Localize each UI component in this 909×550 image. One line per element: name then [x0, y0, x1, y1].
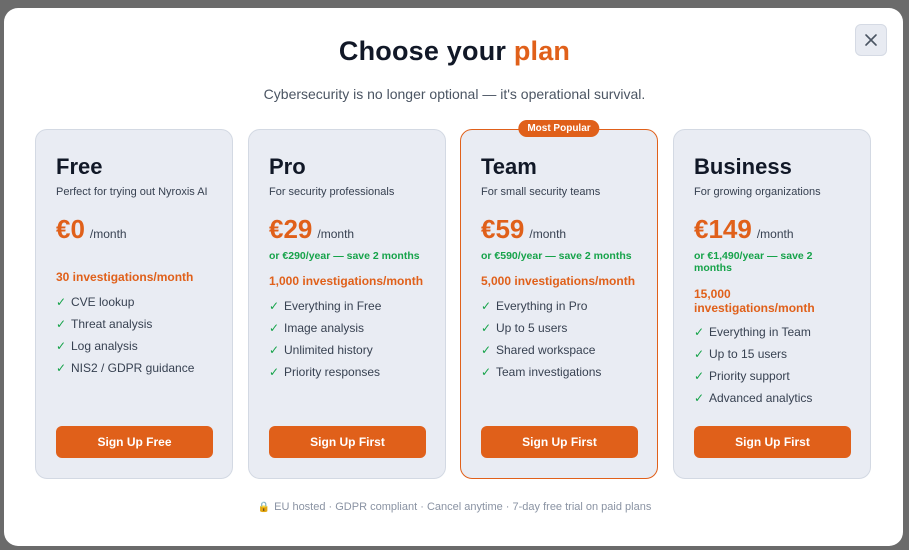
plan-card-team: Most Popular Team For small security tea… — [460, 120, 658, 479]
feature-item: ✓ Threat analysis — [56, 317, 153, 331]
feature-item: ✓ Everything in Free — [269, 299, 382, 313]
check-icon: ✓ — [481, 299, 492, 313]
title-accent: plan — [513, 36, 571, 66]
page-title: Choose your plan — [0, 36, 909, 67]
feature-item: ✓ Priority responses — [269, 365, 381, 379]
check-icon: ✓ — [269, 299, 280, 313]
page-subtitle: Cybersecurity is no longer optional — it… — [263, 86, 646, 102]
check-icon: ✓ — [481, 365, 492, 379]
feature-list: ✓ CVE lookup ✓ Threat analysis ✓ Log analys… — [56, 291, 194, 379]
price-row: €29 /month — [269, 214, 354, 245]
check-icon: ✓ — [56, 339, 67, 353]
plan-card-free: Free Perfect for trying out Nyroxis AI €… — [35, 129, 233, 479]
most-popular-badge: Most Popular — [518, 120, 600, 137]
lock-icon: 🔒 — [257, 502, 271, 513]
plan-quota: 1,000 investigations/month — [269, 274, 424, 288]
footer-note: 🔒 EU hosted · GDPR compliant · Cancel any… — [0, 501, 909, 513]
plan-name: Team — [481, 154, 537, 179]
check-icon: ✓ — [694, 391, 705, 405]
feature-item: ✓ Everything in Team — [694, 325, 811, 339]
plan-period: /month — [89, 227, 127, 241]
plan-name: Pro — [269, 154, 306, 179]
feature-item: ✓ Log analysis — [56, 339, 138, 353]
feature-item: ✓ NIS2 / GDPR guidance — [56, 361, 195, 375]
plan-quota: 30 investigations/month — [56, 270, 194, 284]
plan-price: €29 — [269, 214, 313, 244]
feature-list: ✓ Everything in Free ✓ Image analysis ✓ Unl… — [269, 295, 381, 383]
feature-item: ✓ Advanced analytics — [694, 391, 813, 405]
plan-period: /month — [317, 227, 355, 241]
plan-description: Perfect for trying out Nyroxis AI — [56, 186, 208, 198]
footer-text: EU hosted · GDPR compliant · Cancel anyt… — [274, 501, 652, 513]
plan-card-business: Business For growing organizations €149 … — [673, 129, 871, 479]
check-icon: ✓ — [56, 317, 67, 331]
feature-item: ✓ Image analysis — [269, 321, 365, 335]
check-icon: ✓ — [56, 295, 67, 309]
price-row: €149 /month — [694, 214, 794, 245]
annual-price: or €290/year — save 2 months — [269, 250, 420, 262]
plan-name: Business — [694, 154, 792, 179]
feature-item: ✓ CVE lookup — [56, 295, 135, 309]
annual-price: or €1,490/year — save 2 months — [694, 250, 813, 274]
check-icon: ✓ — [269, 321, 280, 335]
plan-card-pro: Pro For security professionals €29 /mont… — [248, 129, 446, 479]
price-row: €0 /month — [56, 214, 127, 245]
check-icon: ✓ — [481, 343, 492, 357]
feature-item: ✓ Everything in Pro — [481, 299, 588, 313]
plan-price: €0 — [56, 214, 85, 244]
check-icon: ✓ — [269, 365, 280, 379]
sign-up-team-button[interactable]: Sign Up First — [481, 426, 638, 458]
check-icon: ✓ — [694, 347, 705, 361]
check-icon: ✓ — [269, 343, 280, 357]
sign-up-pro-button[interactable]: Sign Up First — [269, 426, 426, 458]
annual-price: or €590/year — save 2 months — [481, 250, 632, 262]
check-icon: ✓ — [56, 361, 67, 375]
plan-price: €149 — [694, 214, 752, 244]
check-icon: ✓ — [481, 321, 492, 335]
plan-period: /month — [756, 227, 794, 241]
sign-up-business-button[interactable]: Sign Up First — [694, 426, 851, 458]
feature-item: ✓ Shared workspace — [481, 343, 596, 357]
feature-item: ✓ Unlimited history — [269, 343, 373, 357]
price-row: €59 /month — [481, 214, 566, 245]
feature-item: ✓ Up to 15 users — [694, 347, 788, 361]
plan-description: For growing organizations — [694, 186, 821, 198]
plan-quota: 5,000 investigations/month — [481, 274, 636, 288]
feature-item: ✓ Team investigations — [481, 365, 602, 379]
plan-price: €59 — [481, 214, 525, 244]
feature-list: ✓ Everything in Team ✓ Up to 15 users ✓ Pri… — [694, 321, 812, 409]
feature-item: ✓ Up to 5 users — [481, 321, 568, 335]
plan-name: Free — [56, 154, 103, 179]
title-prefix: Choose your — [338, 36, 507, 66]
plan-quota: 15,000 investigations/month — [694, 287, 815, 315]
feature-item: ✓ Priority support — [694, 369, 790, 383]
feature-list: ✓ Everything in Pro ✓ Up to 5 users ✓ Share… — [481, 295, 601, 383]
sign-up-free-button[interactable]: Sign Up Free — [56, 426, 213, 458]
plan-description: For small security teams — [481, 186, 601, 198]
plan-period: /month — [529, 227, 567, 241]
check-icon: ✓ — [694, 325, 705, 339]
check-icon: ✓ — [694, 369, 705, 383]
plan-description: For security professionals — [269, 186, 395, 198]
